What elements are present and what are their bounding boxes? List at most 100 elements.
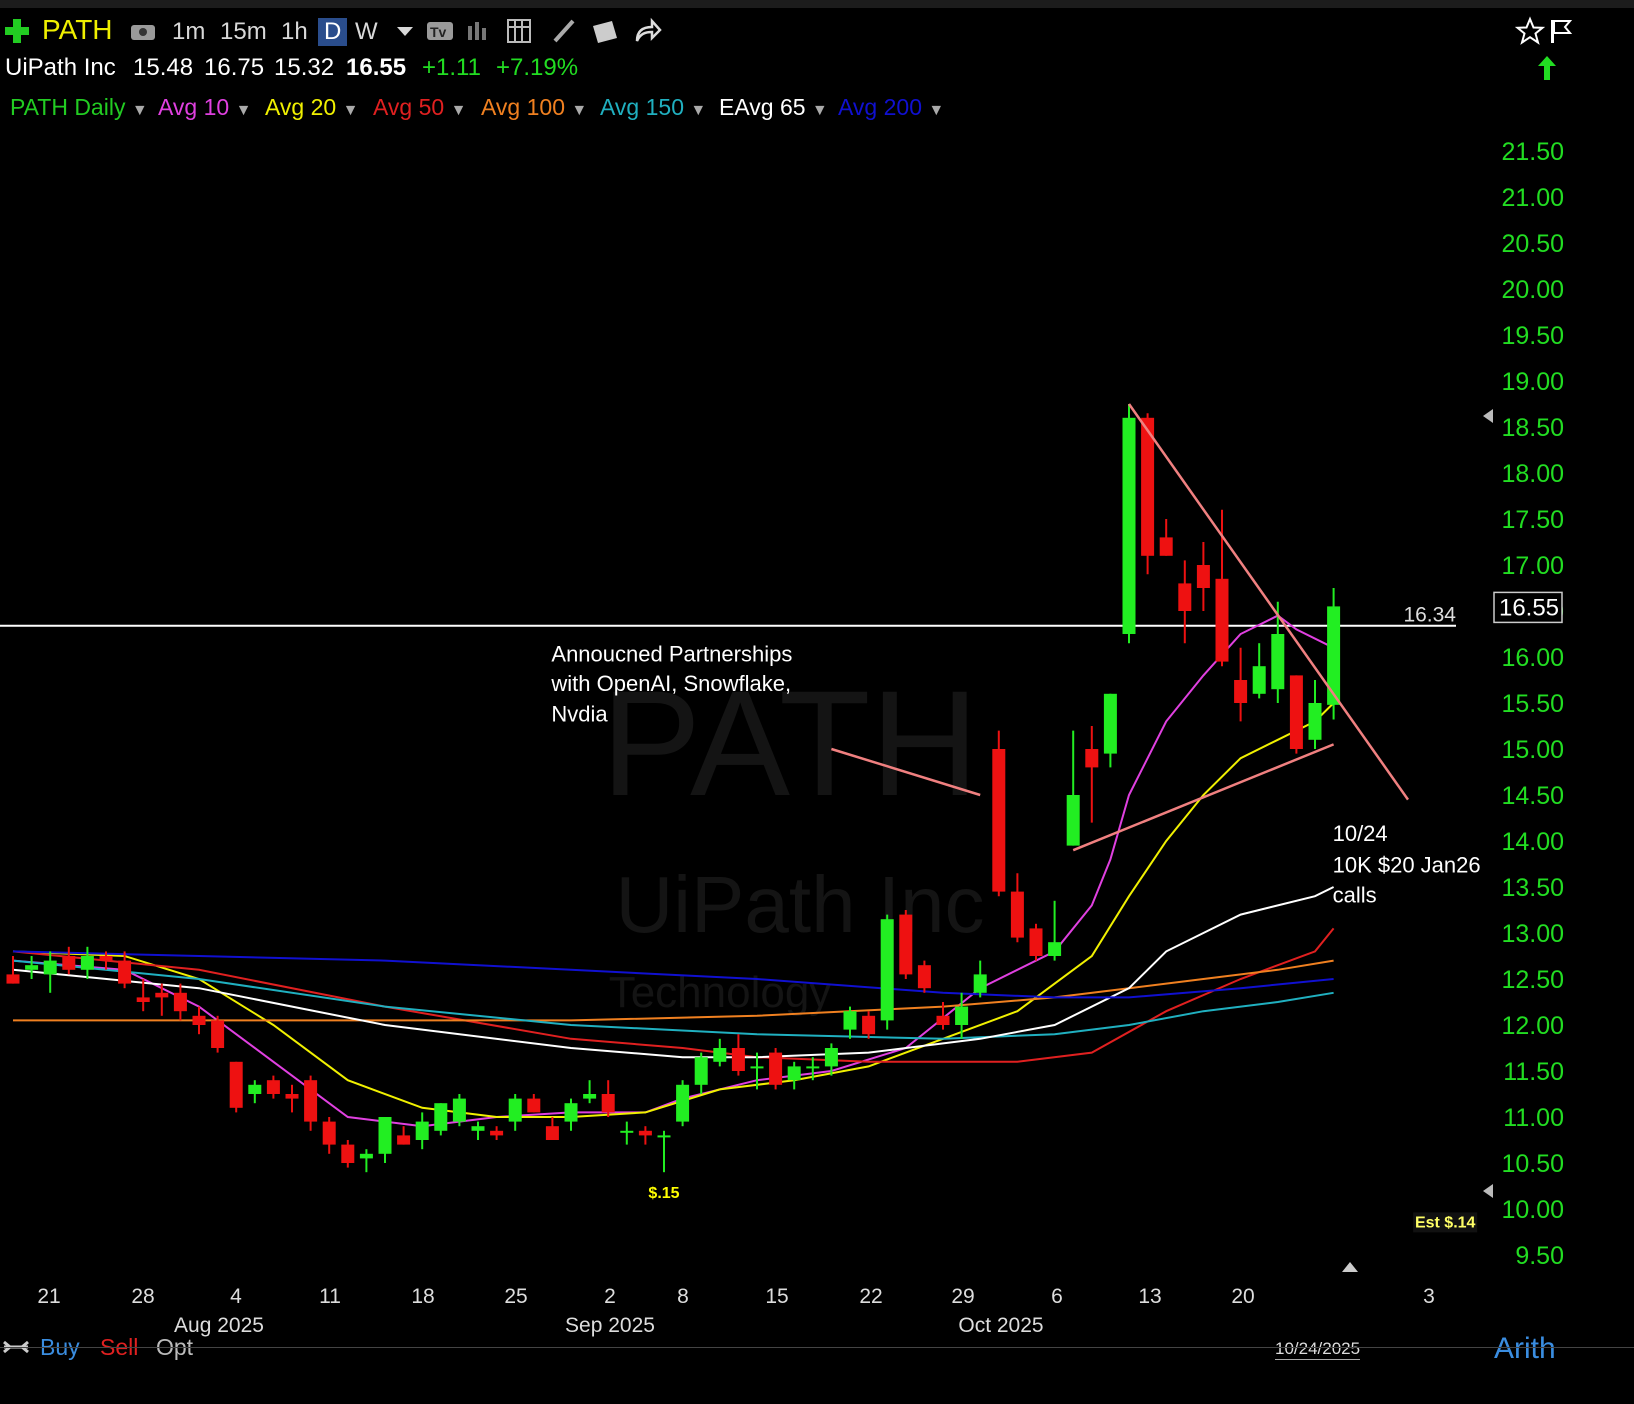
template-icon[interactable]: Tv xyxy=(425,16,455,46)
quote-change: +1.11 xyxy=(422,54,481,81)
candle-down xyxy=(155,992,169,998)
symbol-label[interactable]: PATH xyxy=(42,14,113,46)
y-tick-label: 10.50 xyxy=(1501,1150,1564,1178)
candle-up xyxy=(434,1103,448,1131)
candle-down xyxy=(341,1144,355,1163)
candle-down xyxy=(1234,680,1248,703)
candle-down xyxy=(285,1094,299,1099)
interval-d[interactable]: D xyxy=(318,18,348,46)
candle-up xyxy=(583,1094,597,1099)
candle-down xyxy=(99,956,113,961)
chart-annotation: with OpenAI, Snowflake, xyxy=(550,671,791,696)
interval-1m[interactable]: 1m xyxy=(172,18,205,46)
candle-up xyxy=(1066,795,1080,846)
month-label: Sep 2025 xyxy=(565,1314,655,1337)
candle-up xyxy=(1048,942,1062,956)
candle-down xyxy=(1215,578,1229,662)
candle-up xyxy=(1327,606,1341,705)
x-tick-label: 21 xyxy=(37,1285,60,1308)
candle-down xyxy=(862,1015,876,1035)
candle-up xyxy=(359,1153,373,1159)
candle-down xyxy=(1029,928,1043,956)
x-tick-label: 25 xyxy=(504,1285,527,1308)
candle-down xyxy=(118,960,132,984)
axis-marker-icon xyxy=(1483,1184,1493,1198)
window-top-strip xyxy=(0,0,1634,8)
folder-icon[interactable] xyxy=(590,16,620,46)
date-box[interactable]: 10/24/2025 xyxy=(1275,1339,1361,1360)
watermark-name: UiPath Inc xyxy=(615,860,984,949)
trendline xyxy=(1072,743,1335,852)
candle-up xyxy=(843,1011,857,1030)
quote-open: 15.48 xyxy=(133,54,194,81)
y-tick-label: 19.00 xyxy=(1501,368,1564,396)
star-icon[interactable] xyxy=(1515,16,1545,46)
camera-icon[interactable] xyxy=(128,16,158,46)
y-tick-label: 18.50 xyxy=(1501,414,1564,442)
candle-up xyxy=(43,960,57,975)
candle-up xyxy=(248,1084,262,1094)
y-tick-label: 18.00 xyxy=(1501,460,1564,488)
candle-down xyxy=(936,1015,950,1025)
chart-annotation: Annoucned Partnerships xyxy=(551,642,792,667)
candle-up xyxy=(80,956,94,970)
x-tick-label: 6 xyxy=(1051,1285,1063,1308)
toolbar: PATH 1m 15m 1h D W Tv xyxy=(0,0,1634,62)
bottom-marker-icon xyxy=(1342,1262,1358,1272)
candle-down xyxy=(304,1080,318,1122)
y-tick-label: 21.00 xyxy=(1501,184,1564,212)
candle-down xyxy=(6,974,20,984)
y-tick-label: 19.50 xyxy=(1501,322,1564,350)
axis-marker-icon xyxy=(1483,409,1493,423)
candle-up xyxy=(880,919,894,1021)
y-tick-label: 9.50 xyxy=(1515,1242,1564,1270)
pencil-icon[interactable] xyxy=(549,16,579,46)
candle-up xyxy=(415,1121,429,1140)
candle-up xyxy=(25,965,39,970)
candle-up xyxy=(713,1048,727,1062)
x-tick-label: 2 xyxy=(604,1285,616,1308)
candle-down xyxy=(211,1020,225,1048)
horizontal-line-label: 16.34 xyxy=(1403,604,1456,627)
y-tick-label: 21.50 xyxy=(1501,138,1564,166)
y-tick-label: 13.50 xyxy=(1501,874,1564,902)
interval-w[interactable]: W xyxy=(355,18,378,46)
interval-15m[interactable]: 15m xyxy=(220,18,267,46)
y-tick-label: 14.50 xyxy=(1501,782,1564,810)
price-chart[interactable]: PATHUiPath IncTechnology16.34Annoucned P… xyxy=(0,90,1634,1352)
y-tick-label: 17.00 xyxy=(1501,552,1564,580)
candle-down xyxy=(192,1015,206,1025)
y-tick-label: 12.00 xyxy=(1501,1012,1564,1040)
candle-down xyxy=(1085,749,1099,768)
candle-down xyxy=(229,1061,243,1108)
interval-dropdown-icon[interactable] xyxy=(390,16,420,46)
month-label: Oct 2025 xyxy=(958,1314,1043,1337)
candle-down xyxy=(917,965,931,989)
quote-change-pct: +7.19% xyxy=(496,54,579,81)
candle-down xyxy=(1159,537,1173,556)
share-icon[interactable] xyxy=(632,16,662,46)
last-price-label: 16.55 xyxy=(1499,594,1559,621)
chart-annotation: calls xyxy=(1333,883,1377,908)
add-icon[interactable] xyxy=(2,16,32,46)
candle-up xyxy=(471,1126,485,1131)
y-tick-label: 15.00 xyxy=(1501,736,1564,764)
x-tick-label: 29 xyxy=(951,1285,974,1308)
candle-up xyxy=(806,1066,820,1069)
flag-icon[interactable] xyxy=(1548,16,1578,46)
svg-text:Tv: Tv xyxy=(430,24,447,40)
scale-toggle[interactable]: Arith xyxy=(1494,1332,1556,1366)
candle-down xyxy=(1289,675,1303,749)
candle-up xyxy=(694,1057,708,1085)
y-tick-label: 11.50 xyxy=(1503,1058,1564,1086)
y-tick-label: 20.00 xyxy=(1501,276,1564,304)
grid-icon[interactable] xyxy=(505,16,535,46)
company-name: UiPath Inc xyxy=(5,54,116,81)
candle-down xyxy=(527,1098,541,1113)
candle-up xyxy=(750,1066,764,1069)
interval-1h[interactable]: 1h xyxy=(281,18,308,46)
bars-icon[interactable] xyxy=(463,16,493,46)
chart-annotation: Nvdia xyxy=(551,701,608,726)
x-tick-label: 11 xyxy=(319,1285,341,1308)
quote-last: 16.55 xyxy=(346,54,407,81)
